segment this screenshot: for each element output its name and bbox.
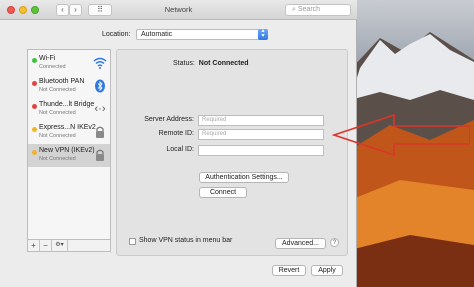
revert-button[interactable]: Revert	[272, 265, 306, 276]
annotation-arrow-icon	[331, 113, 470, 157]
remove-service-button[interactable]: −	[40, 240, 52, 251]
service-name: Wi-Fi	[39, 55, 56, 62]
status-dot	[32, 58, 37, 63]
service-item-thunderbolt-bridge[interactable]: Thunde...lt Bridge Not Connected ‹·›	[28, 98, 110, 121]
status-dot	[32, 150, 37, 155]
connection-status: Status: Not Connected	[173, 60, 249, 67]
server-address-input[interactable]: Required	[198, 115, 324, 126]
status-value: Not Connected	[198, 60, 249, 67]
status-dot	[32, 104, 37, 109]
service-name: Thunde...lt Bridge	[39, 101, 95, 108]
service-name: Bluetooth PAN	[39, 78, 85, 85]
status-label: Status:	[173, 60, 195, 67]
title-bar: ‹ › ⠿ Network ⌕ Search	[0, 0, 357, 20]
advanced-button[interactable]: Advanced...	[275, 238, 326, 249]
remote-id-label: Remote ID:	[158, 130, 194, 137]
bluetooth-icon	[93, 79, 107, 93]
action-menu-button[interactable]: ⚙▾	[52, 240, 68, 251]
location-value: Automatic	[141, 31, 173, 38]
service-status: Not Connected	[39, 133, 76, 139]
service-list: Wi-Fi Connected Bluetooth PAN Not Connec…	[27, 49, 111, 240]
server-address-label: Server Address:	[144, 116, 194, 123]
search-icon: ⌕	[292, 6, 296, 13]
status-dot	[32, 127, 37, 132]
service-item-bluetooth-pan[interactable]: Bluetooth PAN Not Connected	[28, 75, 110, 98]
service-item-wifi[interactable]: Wi-Fi Connected	[28, 52, 110, 75]
wifi-icon	[93, 56, 107, 70]
service-status: Not Connected	[39, 110, 76, 116]
service-name: Express...N IKEv2	[39, 124, 96, 131]
location-select[interactable]: Automatic ▴ ▾	[136, 28, 268, 40]
location-label: Location:	[102, 31, 131, 38]
thunderbolt-bridge-icon: ‹·›	[94, 103, 106, 115]
service-status: Not Connected	[39, 87, 76, 93]
search-field[interactable]: ⌕ Search	[285, 4, 351, 16]
search-placeholder: Search	[297, 6, 321, 13]
service-item-expressvpn-ikev2[interactable]: Express...N IKEv2 Not Connected	[28, 121, 110, 144]
status-dot	[32, 81, 37, 86]
service-name: New VPN (IKEv2)	[39, 147, 95, 154]
show-vpn-status-checkbox[interactable]	[129, 238, 136, 245]
help-button[interactable]: ?	[330, 238, 339, 247]
network-preferences-window: ‹ › ⠿ Network ⌕ Search Location: Automat…	[0, 0, 357, 287]
show-vpn-status-label: Show VPN status in menu bar	[139, 237, 233, 244]
chevron-updown-icon: ▴ ▾	[258, 28, 268, 40]
remote-id-input[interactable]: Required	[198, 129, 324, 140]
service-item-new-vpn-ikev2[interactable]: New VPN (IKEv2) Not Connected	[28, 144, 110, 167]
local-id-label: Local ID:	[166, 146, 194, 153]
service-status: Not Connected	[39, 156, 76, 162]
add-service-button[interactable]: +	[28, 240, 40, 251]
apply-button[interactable]: Apply	[311, 265, 343, 276]
service-status: Connected	[39, 64, 66, 70]
service-list-toolbar: + − ⚙▾	[27, 240, 111, 252]
connect-button[interactable]: Connect	[199, 187, 247, 198]
authentication-settings-button[interactable]: Authentication Settings...	[199, 172, 289, 183]
local-id-input[interactable]	[198, 145, 324, 156]
